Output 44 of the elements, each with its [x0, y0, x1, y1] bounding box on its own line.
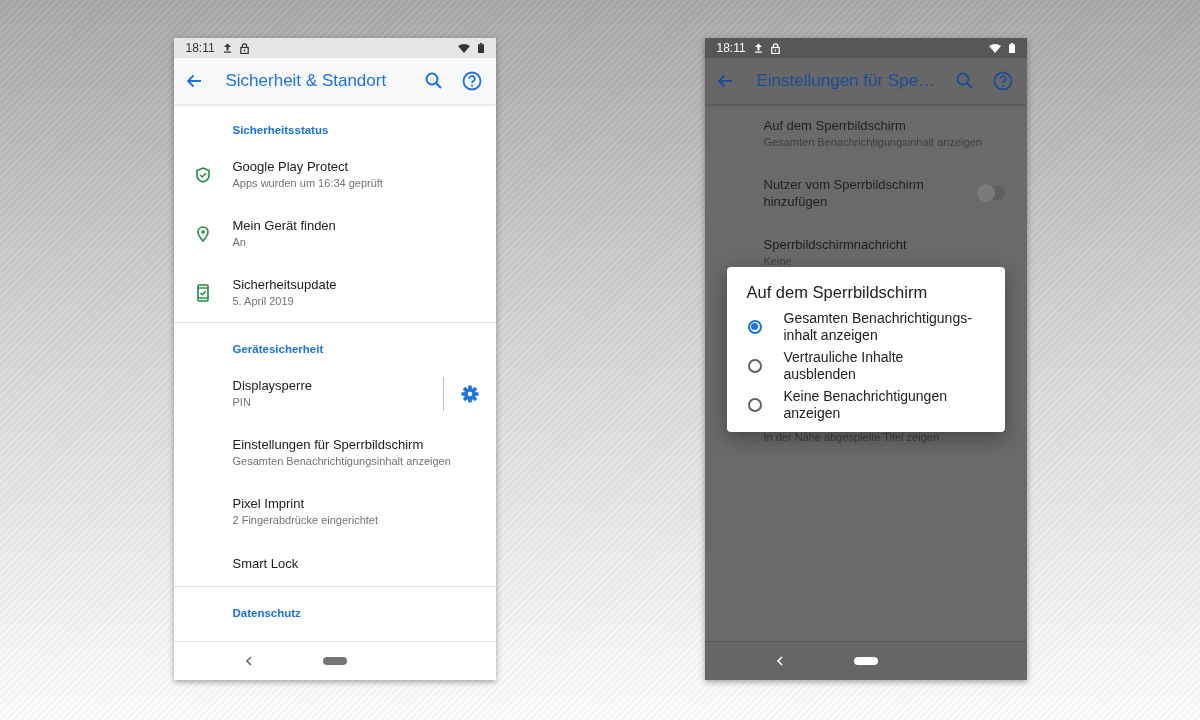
setting-title[interactable]: Smart Lock — [232, 555, 496, 572]
home-button[interactable] — [853, 657, 878, 665]
shield-check-icon — [196, 166, 210, 183]
section-header: Gerätesicherheit — [231, 342, 325, 357]
radio-button[interactable] — [747, 319, 762, 334]
settings-icon[interactable] — [460, 384, 479, 403]
wifi-icon — [988, 43, 1001, 53]
setting-title[interactable]: Pixel Imprint — [232, 495, 496, 512]
option-label[interactable]: Vertrauliche Inhalte ausblenden — [783, 348, 904, 383]
section-header: Datenschutz — [231, 606, 302, 621]
dialog-title: Auf dem Sperrbildschirm — [745, 283, 929, 301]
section-header: Sicherheitsstatus — [231, 123, 330, 138]
battery-icon — [477, 43, 484, 53]
screen-title: Sicherheit & Standort — [225, 71, 388, 91]
status-time: 18:11 — [716, 41, 746, 55]
setting-title[interactable]: Google Play Protect — [232, 158, 496, 175]
setting-subtitle: 5. April 2019 — [232, 294, 295, 309]
setting-subtitle: Gesamten Benachrichtigungsinhalt anzeigen — [232, 454, 452, 469]
radio-button[interactable] — [747, 358, 762, 373]
setting-title[interactable]: Sicherheitsupdate — [232, 276, 496, 293]
status-time: 18:11 — [185, 41, 215, 55]
setting-subtitle: An — [232, 235, 247, 250]
setting-subtitle: Apps wurden um 16:34 geprüft — [232, 176, 384, 191]
wifi-icon — [457, 43, 470, 53]
home-button[interactable] — [322, 657, 347, 665]
lock-icon — [239, 42, 249, 54]
location-pin-icon — [197, 225, 209, 242]
phone-check-icon — [197, 283, 209, 302]
setting-subtitle: 2 Fingerabdrücke eingerichtet — [232, 513, 380, 528]
back-arrow-icon[interactable] — [185, 74, 202, 88]
setting-subtitle: PIN — [232, 395, 252, 410]
option-label[interactable]: Gesamten Benachrichtigungs- inhalt anzeigen — [783, 309, 972, 344]
setting-title[interactable]: Mein Gerät finden — [232, 217, 496, 234]
upload-icon — [222, 43, 232, 53]
lock-icon — [770, 42, 780, 54]
setting-title[interactable]: Einstellungen für Sperrbildschirm — [232, 436, 496, 453]
upload-icon — [753, 43, 763, 53]
screen-title: Einstellungen für Spe… — [756, 71, 937, 91]
radio-button[interactable] — [747, 397, 762, 412]
setting-title[interactable]: Displaysperre — [232, 377, 443, 394]
battery-icon — [1008, 43, 1015, 53]
option-label[interactable]: Keine Benachrichtigungen anzeigen — [783, 387, 947, 422]
back-icon[interactable] — [244, 656, 253, 666]
toggle-switch[interactable] — [976, 186, 1005, 200]
